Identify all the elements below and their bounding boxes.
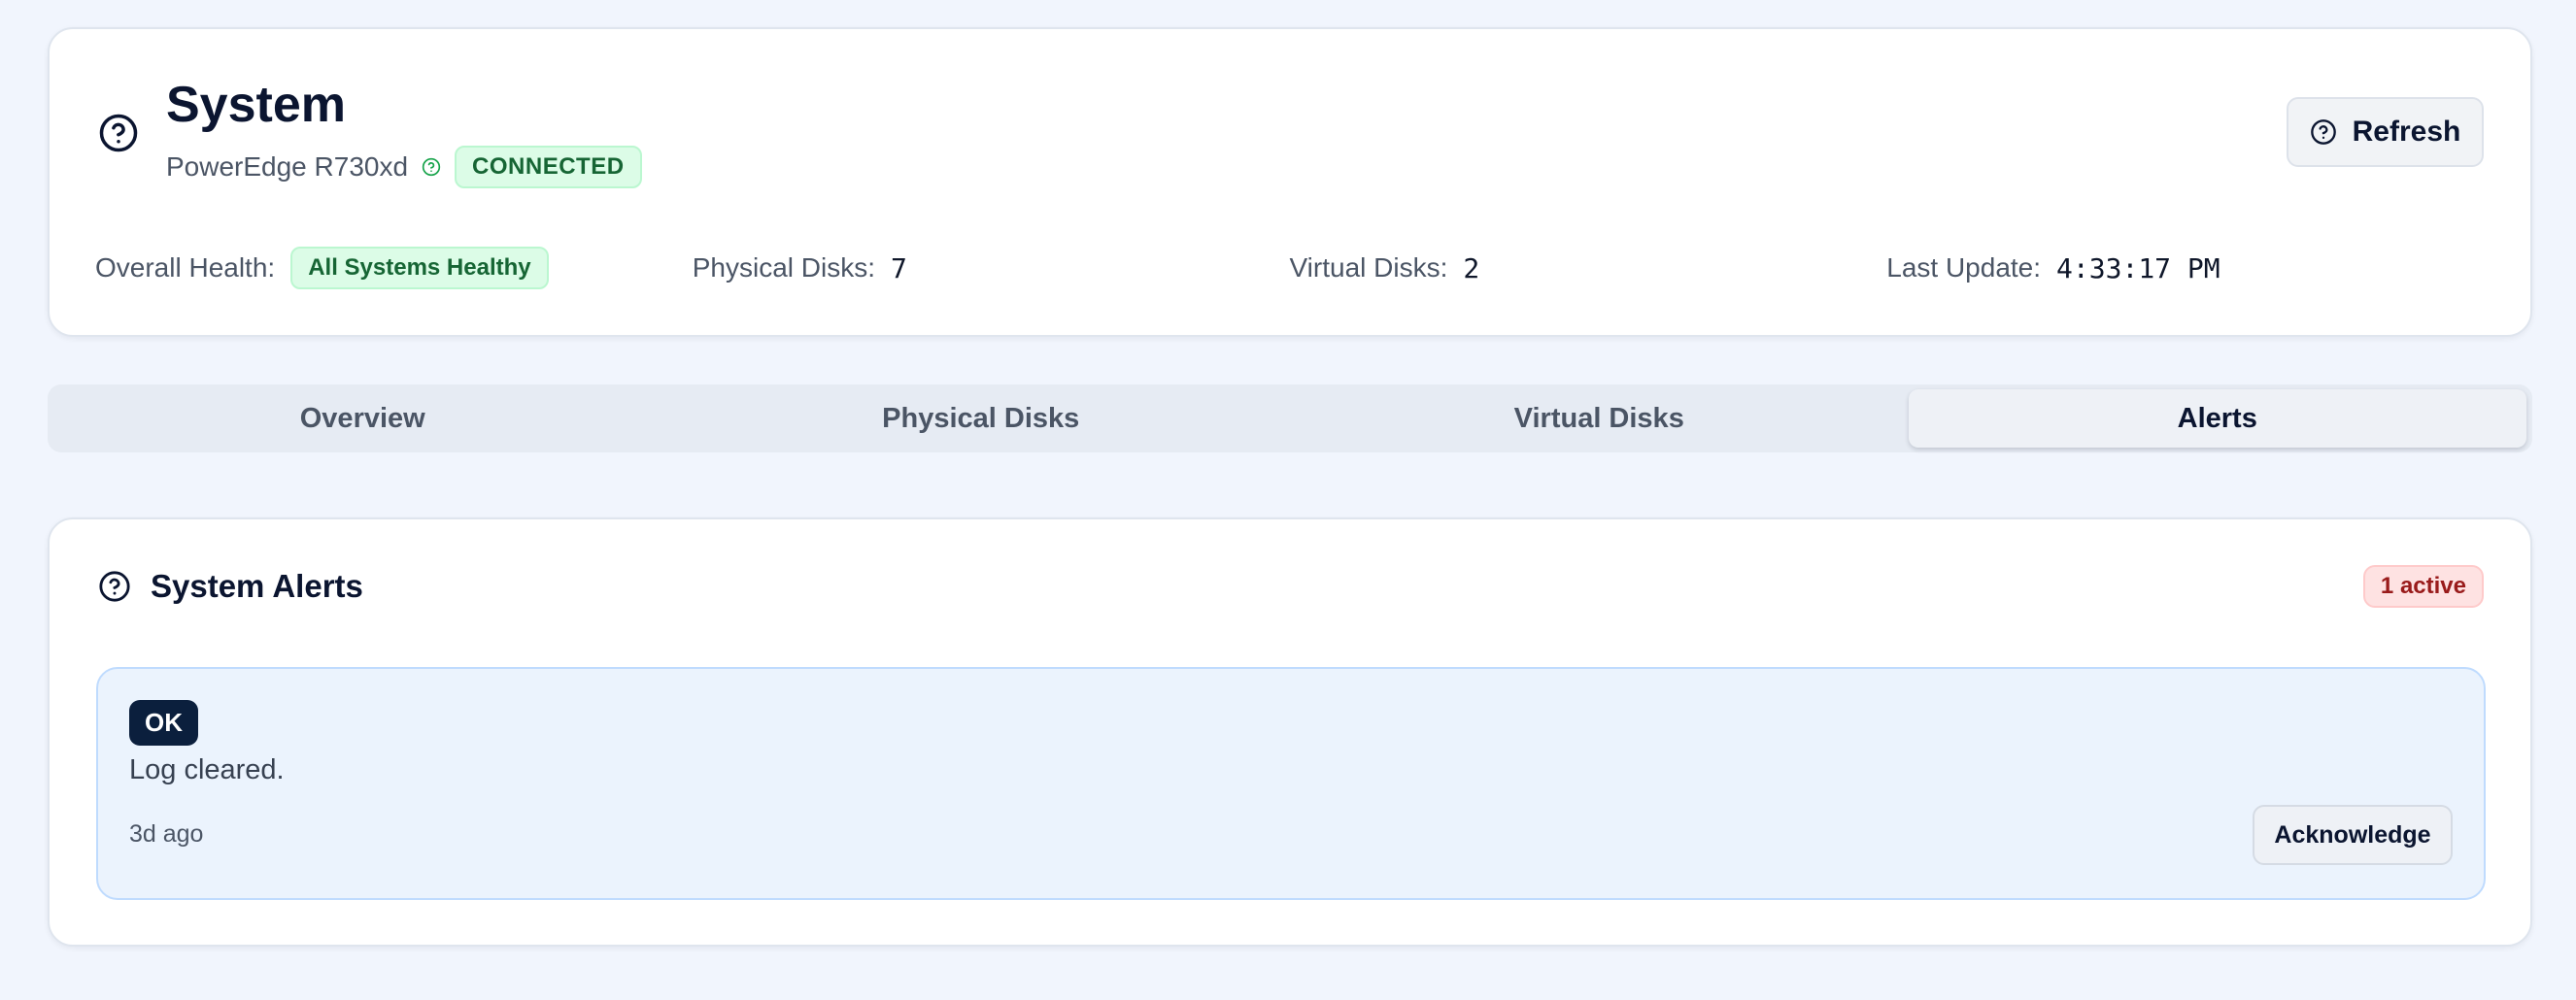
acknowledge-button[interactable]: Acknowledge (2253, 805, 2453, 865)
refresh-button-label: Refresh (2352, 116, 2461, 148)
alert-timestamp: 3d ago (129, 820, 204, 848)
alerts-title: System Alerts (151, 568, 363, 604)
tab-physical-disks[interactable]: Physical Disks (672, 389, 1291, 448)
overall-health-label: Overall Health: (95, 252, 276, 283)
page-title: System (166, 77, 346, 133)
system-header-card: System PowerEdge R730xd CONNECTED Refres… (48, 27, 2532, 337)
alert-message: Log cleared. (129, 754, 285, 785)
alerts-help-icon (98, 570, 131, 603)
tab-virtual-disks[interactable]: Virtual Disks (1290, 389, 1909, 448)
stat-physical-disks: Physical Disks: 7 (693, 247, 1290, 289)
virtual-disks-label: Virtual Disks: (1289, 252, 1448, 283)
virtual-disks-value: 2 (1463, 251, 1480, 284)
physical-disks-label: Physical Disks: (692, 252, 876, 283)
last-update-label: Last Update: (1886, 252, 2042, 283)
active-alerts-badge: 1 active (2362, 565, 2484, 608)
stat-overall-health: Overall Health: All Systems Healthy (95, 247, 693, 289)
system-alerts-card: System Alerts 1 active OK Log cleared. 3… (48, 517, 2532, 947)
overall-health-badge: All Systems Healthy (290, 247, 549, 289)
physical-disks-value: 7 (891, 251, 907, 284)
tab-bar: Overview Physical Disks Virtual Disks Al… (48, 384, 2532, 452)
last-update-value: 4:33:17 PM (2056, 251, 2220, 284)
tab-alerts[interactable]: Alerts (1908, 389, 2526, 448)
stats-row: Overall Health: All Systems Healthy Phys… (95, 247, 2484, 289)
alert-level-badge: OK (129, 700, 198, 746)
alert-item: OK Log cleared. 3d ago Acknowledge (96, 667, 2486, 900)
stat-last-update: Last Update: 4:33:17 PM (1886, 247, 2484, 289)
system-subtitle: PowerEdge R730xd CONNECTED (166, 146, 642, 188)
system-model: PowerEdge R730xd (166, 151, 409, 182)
tab-overview[interactable]: Overview (53, 389, 672, 448)
connection-status-badge: CONNECTED (455, 146, 642, 188)
refresh-button[interactable]: Refresh (2287, 97, 2484, 167)
status-help-icon (422, 157, 441, 177)
refresh-help-icon (2310, 118, 2337, 146)
help-circle-icon (98, 113, 139, 153)
stat-virtual-disks: Virtual Disks: 2 (1290, 247, 1887, 289)
